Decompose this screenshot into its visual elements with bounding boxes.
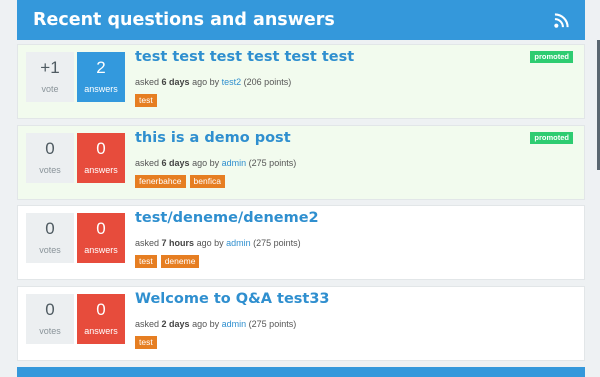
tag-list: fenerbahce benfica xyxy=(135,175,229,188)
question-item: +1 vote 2 answers test test test test te… xyxy=(17,44,585,119)
vote-count-box[interactable]: 0 votes xyxy=(26,133,74,183)
answer-label: answers xyxy=(84,245,118,255)
answer-count-box[interactable]: 0 answers xyxy=(77,133,125,183)
answer-label: answers xyxy=(84,84,118,94)
answer-count-box[interactable]: 2 answers xyxy=(77,52,125,102)
vote-count: +1 xyxy=(40,58,60,77)
vote-count-box[interactable]: +1 vote xyxy=(26,52,74,102)
vote-label: votes xyxy=(39,326,61,336)
answer-count: 0 xyxy=(96,219,106,238)
tag[interactable]: benfica xyxy=(189,175,225,188)
asked-label: asked xyxy=(135,77,160,87)
user-points: (206 points) xyxy=(243,77,292,87)
asked-time: 7 hours xyxy=(161,238,195,248)
promoted-badge: promoted xyxy=(530,51,573,63)
answer-count: 0 xyxy=(96,300,106,319)
asked-time: 2 days xyxy=(161,319,190,329)
question-title-link[interactable]: test/deneme/deneme2 xyxy=(135,208,319,228)
tag[interactable]: test xyxy=(135,255,157,268)
vote-count: 0 xyxy=(45,300,55,319)
user-link[interactable]: test2 xyxy=(222,77,242,87)
answer-label: answers xyxy=(84,326,118,336)
answer-count: 2 xyxy=(96,58,106,77)
next-section-header xyxy=(17,367,585,377)
user-link[interactable]: admin xyxy=(222,158,247,168)
vote-count-box[interactable]: 0 votes xyxy=(26,213,74,263)
tag[interactable]: test xyxy=(135,336,157,349)
vote-count-box[interactable]: 0 votes xyxy=(26,294,74,344)
question-title-link[interactable]: test test test test test test xyxy=(135,47,354,67)
vote-count: 0 xyxy=(45,139,55,158)
rss-icon[interactable] xyxy=(554,13,569,28)
section-title: Recent questions and answers xyxy=(33,10,335,30)
question-meta: asked 2 days ago by admin (275 points) xyxy=(135,318,296,330)
tag[interactable]: deneme xyxy=(160,255,200,268)
answer-count-box[interactable]: 0 answers xyxy=(77,213,125,263)
asked-label: asked xyxy=(135,158,160,168)
ago-by-label: ago by xyxy=(192,319,220,329)
promoted-badge: promoted xyxy=(530,132,573,144)
question-item: 0 votes 0 answers test/deneme/deneme2 as… xyxy=(17,205,585,280)
vote-label: votes xyxy=(39,245,61,255)
answer-count: 0 xyxy=(96,139,106,158)
ago-by-label: ago by xyxy=(192,158,220,168)
qa-list-header: Recent questions and answers xyxy=(17,0,585,40)
vote-label: votes xyxy=(39,165,61,175)
question-meta: asked 7 hours ago by admin (275 points) xyxy=(135,237,301,249)
asked-label: asked xyxy=(135,238,160,248)
asked-label: asked xyxy=(135,319,160,329)
tag-list: test deneme xyxy=(135,255,203,268)
vote-label: vote xyxy=(41,84,59,94)
tag-list: test xyxy=(135,94,161,107)
user-points: (275 points) xyxy=(248,158,297,168)
asked-time: 6 days xyxy=(161,77,190,87)
ago-by-label: ago by xyxy=(192,77,220,87)
ago-by-label: ago by xyxy=(196,238,224,248)
tag[interactable]: fenerbahce xyxy=(135,175,186,188)
question-meta: asked 6 days ago by test2 (206 points) xyxy=(135,76,291,88)
user-link[interactable]: admin xyxy=(226,238,251,248)
question-item: 0 votes 0 answers Welcome to Q&A test33 … xyxy=(17,286,585,361)
user-link[interactable]: admin xyxy=(222,319,247,329)
user-points: (275 points) xyxy=(248,319,297,329)
question-item: 0 votes 0 answers this is a demo post as… xyxy=(17,125,585,200)
question-title-link[interactable]: this is a demo post xyxy=(135,128,291,148)
answer-count-box[interactable]: 0 answers xyxy=(77,294,125,344)
asked-time: 6 days xyxy=(161,158,190,168)
user-points: (275 points) xyxy=(253,238,301,248)
question-title-link[interactable]: Welcome to Q&A test33 xyxy=(135,289,330,309)
tag[interactable]: test xyxy=(135,94,157,107)
question-meta: asked 6 days ago by admin (275 points) xyxy=(135,157,296,169)
answer-label: answers xyxy=(84,165,118,175)
vote-count: 0 xyxy=(45,219,55,238)
tag-list: test xyxy=(135,336,161,349)
